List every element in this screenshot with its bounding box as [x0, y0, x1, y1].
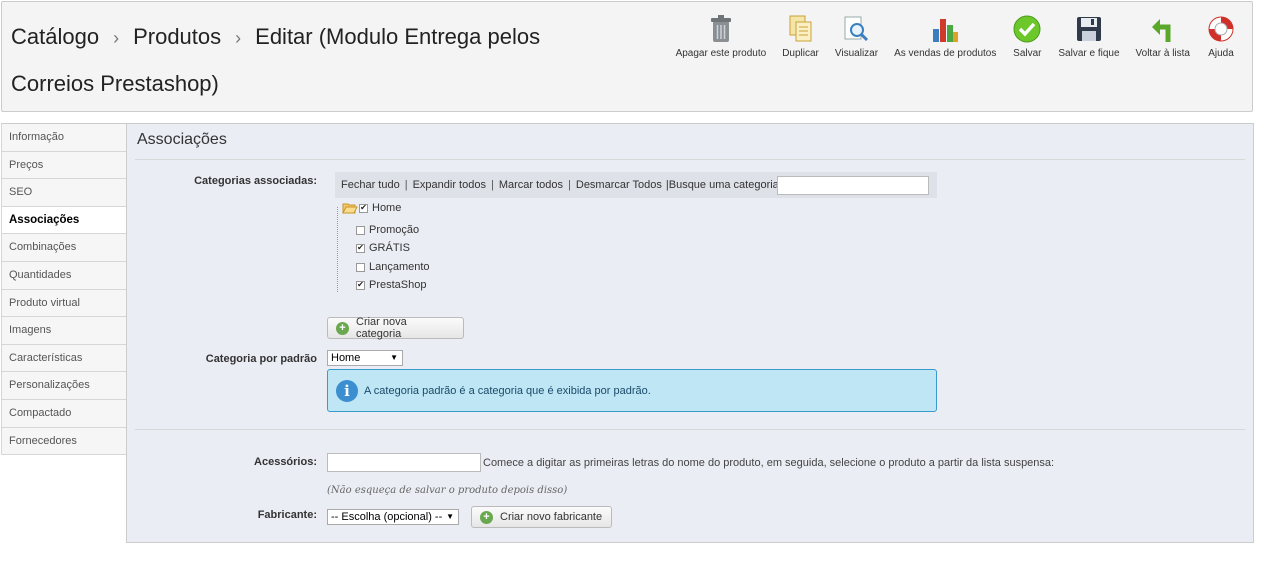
toolbar-label: Duplicar — [782, 48, 819, 59]
tab-associacoes[interactable]: Associações — [1, 206, 127, 235]
product-tabs-sidebar: Informação Preços SEO Associações Combin… — [1, 123, 127, 456]
duplicate-icon — [786, 14, 816, 44]
breadcrumb-separator: › — [113, 28, 120, 48]
tree-node-label: GRÁTIS — [369, 242, 410, 254]
tab-precos[interactable]: Preços — [1, 151, 127, 180]
tab-fornecedores[interactable]: Fornecedores — [1, 427, 127, 456]
preview-icon — [841, 14, 871, 44]
help-button[interactable]: Ajuda — [1198, 14, 1244, 59]
page-header: Catálogo › Produtos › Editar (Modulo Entrega… — [1, 1, 1253, 112]
check-all-link[interactable]: Marcar todos — [499, 172, 563, 198]
category-search-label: Busque uma categoria : — [668, 179, 785, 191]
toolbar-label: Ajuda — [1208, 48, 1234, 59]
folder-open-icon — [342, 203, 358, 214]
lancamento-checkbox[interactable] — [356, 262, 365, 272]
trash-icon — [706, 14, 736, 44]
select-value: Home — [331, 352, 361, 364]
toolbar-label: Salvar e fique — [1058, 48, 1120, 59]
expand-all-link[interactable]: Expandir todos — [413, 172, 486, 198]
select-value: -- Escolha (opcional) -- — [331, 511, 443, 523]
tab-compactado[interactable]: Compactado — [1, 399, 127, 428]
save-button[interactable]: Salvar — [1004, 14, 1050, 59]
lifebuoy-icon — [1206, 14, 1236, 44]
tree-node-prestashop[interactable]: ✔ PrestaShop — [356, 279, 426, 291]
tree-node-label: PrestaShop — [369, 279, 427, 291]
divider — [135, 429, 1245, 430]
breadcrumb-catalog[interactable]: Catálogo — [11, 24, 99, 49]
info-alert: i A categoria padrão é a categoria que é… — [327, 369, 937, 412]
tab-imagens[interactable]: Imagens — [1, 317, 127, 345]
info-icon: i — [336, 379, 358, 402]
accessories-note: (Não esqueça de salvar o produto depois … — [327, 485, 568, 496]
pipe-separator: | — [404, 179, 408, 191]
panel-title: Associações — [137, 131, 227, 148]
toolbar-label: Visualizar — [834, 48, 879, 59]
toolbar-label: Apagar este produto — [675, 48, 767, 59]
tab-caracteristicas[interactable]: Características — [1, 344, 127, 373]
dropdown-arrow-icon: ▼ — [446, 512, 454, 521]
collapse-all-link[interactable]: Fechar tudo — [341, 172, 400, 198]
promocao-checkbox[interactable] — [356, 225, 365, 235]
uncheck-all-link[interactable]: Desmarcar Todos — [576, 172, 662, 198]
product-sales-button[interactable]: As vendas de produtos — [886, 14, 1004, 59]
pipe-separator: | — [568, 179, 571, 191]
tree-node-label: Lançamento — [369, 261, 430, 273]
floppy-icon — [1074, 14, 1104, 44]
dropdown-arrow-icon: ▼ — [390, 353, 398, 362]
prestashop-checkbox[interactable]: ✔ — [356, 280, 365, 290]
manufacturer-label: Fabricante: — [257, 509, 317, 521]
category-search-input[interactable] — [777, 176, 929, 195]
toolbar-label: Voltar à lista — [1135, 48, 1190, 59]
associations-panel: Associações Categorias associadas: Fecha… — [126, 123, 1254, 543]
tree-node-promocao[interactable]: Promoção — [356, 224, 419, 236]
accessories-input[interactable] — [327, 453, 481, 472]
plus-icon: + — [480, 510, 493, 524]
toolbar-label: As vendas de produtos — [894, 48, 997, 59]
pipe-separator: | — [490, 179, 494, 191]
manufacturer-select[interactable]: -- Escolha (opcional) -- ▼ — [327, 509, 459, 525]
back-arrow-icon — [1148, 14, 1178, 44]
toolbar-label: Salvar — [1013, 48, 1042, 59]
tab-produto-virtual[interactable]: Produto virtual — [1, 289, 127, 318]
accessories-hint: Comece a digitar as primeiras letras do … — [483, 457, 1055, 469]
gratis-checkbox[interactable]: ✔ — [356, 243, 365, 253]
home-checkbox[interactable]: ✔ — [359, 203, 368, 213]
button-label: Criar novo fabricante — [500, 511, 603, 523]
tab-personalizacoes[interactable]: Personalizações — [1, 372, 127, 400]
duplicate-button[interactable]: Duplicar — [774, 14, 827, 59]
tree-guide-line — [337, 207, 338, 292]
button-label: Criar nova categoria — [356, 316, 407, 340]
category-tree-toolbar: Fechar tudo | Expandir todos | Marcar todos |… — [335, 172, 937, 198]
breadcrumb: Catálogo › Produtos › Editar (Modulo Entrega… — [11, 14, 611, 106]
tree-node-home[interactable]: ✔ Home — [342, 202, 401, 214]
create-manufacturer-button[interactable]: + Criar novo fabricante — [471, 506, 612, 528]
tab-seo[interactable]: SEO — [1, 179, 127, 207]
tab-combinacoes[interactable]: Combinações — [1, 234, 127, 262]
tree-node-gratis[interactable]: ✔ GRÁTIS — [356, 242, 410, 254]
plus-icon: + — [336, 321, 349, 335]
tab-informacao[interactable]: Informação — [1, 124, 127, 152]
save-and-stay-button[interactable]: Salvar e fique — [1050, 14, 1127, 59]
preview-button[interactable]: Visualizar — [827, 14, 886, 59]
categories-label: Categorias associadas: — [194, 175, 317, 187]
save-check-icon — [1012, 14, 1042, 44]
accessories-label: Acessórios: — [254, 456, 317, 468]
create-category-button[interactable]: + Criar nova categoria — [327, 316, 464, 340]
sales-chart-icon — [930, 14, 960, 44]
tree-node-label: Promoção — [369, 224, 420, 236]
info-text: A categoria padrão é a categoria que é e… — [364, 384, 651, 397]
tree-node-lancamento[interactable]: Lançamento — [356, 261, 430, 273]
back-to-list-button[interactable]: Voltar à lista — [1128, 14, 1198, 59]
delete-product-button[interactable]: Apagar este produto — [668, 14, 775, 59]
tab-quantidades[interactable]: Quantidades — [1, 261, 127, 290]
tree-node-label: Home — [372, 202, 402, 214]
divider — [135, 159, 1245, 160]
breadcrumb-products[interactable]: Produtos — [133, 24, 221, 49]
toolbar: Apagar este produto Duplicar Visualizar … — [668, 14, 1244, 59]
default-category-label: Categoria por padrão — [205, 353, 317, 365]
default-category-select[interactable]: Home ▼ — [327, 350, 403, 366]
breadcrumb-separator: › — [235, 28, 242, 48]
